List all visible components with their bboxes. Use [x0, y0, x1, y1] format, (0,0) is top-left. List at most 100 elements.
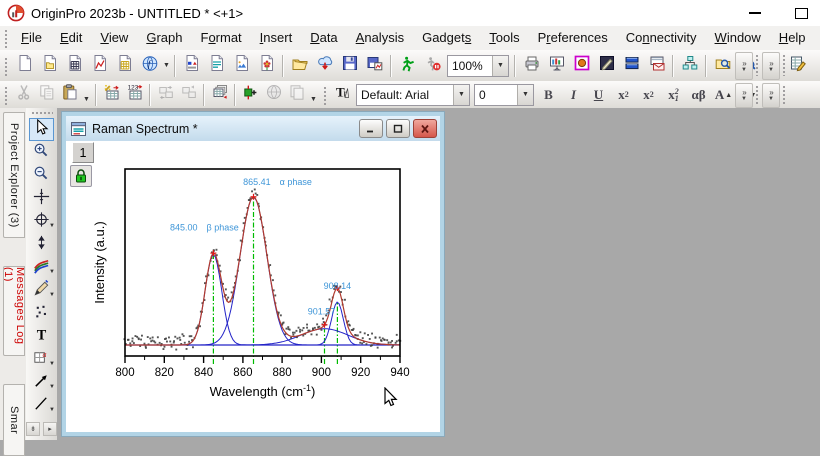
- save-window-button[interactable]: [362, 53, 387, 78]
- zoom-in-button[interactable]: [29, 141, 54, 164]
- toolbar-dropdown-arrow[interactable]: ▼: [308, 83, 319, 106]
- toolbar-overflow-button[interactable]: »▼: [735, 52, 753, 80]
- graph-restore-button[interactable]: [386, 119, 410, 138]
- stop-script-button[interactable]: [420, 53, 445, 78]
- font-name-combo[interactable]: Default: Arial▼: [356, 84, 470, 106]
- chevron-down-icon[interactable]: ▼: [453, 85, 469, 105]
- peak-annotations[interactable]: 845.00 β phase865.41 α phase901.57908.14: [170, 177, 351, 317]
- data-selector-button[interactable]: [29, 233, 54, 256]
- chevron-down-icon[interactable]: ▼: [49, 292, 55, 298]
- toolbar-overflow-button[interactable]: »▼: [762, 83, 780, 108]
- slide-show-button[interactable]: [544, 53, 569, 78]
- data-reader-button[interactable]: ▼: [29, 210, 54, 233]
- menu-format[interactable]: Format: [191, 26, 250, 50]
- tile-windows-button[interactable]: [619, 53, 644, 78]
- annotation-button[interactable]: a▼: [29, 348, 54, 371]
- tools-expand-button[interactable]: ▸: [43, 422, 57, 436]
- menu-help[interactable]: Help: [770, 26, 815, 50]
- supersubscript-button[interactable]: x21: [661, 84, 686, 106]
- data-connector-button[interactable]: [239, 83, 262, 106]
- arrow-tool-button[interactable]: ▼: [29, 371, 54, 394]
- toolbar-drag-handle[interactable]: [323, 85, 328, 105]
- menu-data[interactable]: Data: [301, 26, 346, 50]
- web-connect-button[interactable]: [262, 83, 285, 106]
- paste-button[interactable]: [58, 83, 81, 106]
- new-matrix-button[interactable]: [112, 53, 137, 78]
- style-painter-button[interactable]: [594, 53, 619, 78]
- project-explorer-button[interactable]: [677, 53, 702, 78]
- graph-window-title-bar[interactable]: Raman Spectrum *: [66, 116, 440, 142]
- new-project-button[interactable]: [12, 53, 37, 78]
- toolbar-dropdown-arrow[interactable]: ▼: [81, 83, 92, 106]
- menu-analysis[interactable]: Analysis: [347, 26, 413, 50]
- toolbar-drag-handle[interactable]: [4, 56, 9, 76]
- toolbar-drag-handle[interactable]: [782, 85, 786, 104]
- image-window-button[interactable]: [569, 53, 594, 78]
- new-image-button[interactable]: [229, 53, 254, 78]
- regional-mask-button[interactable]: ▼: [29, 256, 54, 279]
- menu-tools[interactable]: Tools: [480, 26, 528, 50]
- chevron-down-icon[interactable]: ▼: [49, 384, 55, 390]
- chevron-down-icon[interactable]: ▼: [49, 223, 55, 229]
- tools-drag-handle[interactable]: [31, 111, 53, 116]
- menu-file[interactable]: File: [12, 26, 51, 50]
- new-workbook-button[interactable]: [62, 53, 87, 78]
- toolbar-drag-handle[interactable]: [755, 54, 759, 76]
- chevron-down-icon[interactable]: ▼: [49, 269, 55, 275]
- increase-font-button[interactable]: A▲: [711, 84, 736, 106]
- graph-minimize-button[interactable]: [359, 119, 383, 138]
- font-tool-button[interactable]: Tr: [331, 83, 354, 106]
- data-highlighter-button[interactable]: [29, 302, 54, 325]
- chevron-down-icon[interactable]: ▼: [49, 361, 55, 367]
- zoom-level-combo[interactable]: 100%▼: [447, 55, 509, 77]
- chevron-down-icon[interactable]: ▼: [517, 85, 533, 105]
- copy-button[interactable]: [35, 83, 58, 106]
- chevron-down-icon[interactable]: ▼: [49, 407, 55, 413]
- find-in-project-button[interactable]: [710, 53, 735, 78]
- run-script-button[interactable]: [395, 53, 420, 78]
- new-graph-button[interactable]: [87, 53, 112, 78]
- menu-preferences[interactable]: Preferences: [529, 26, 617, 50]
- panel-tab-smar[interactable]: Smar: [3, 384, 25, 456]
- page-number-tab[interactable]: 1: [72, 142, 94, 163]
- text-tool-button[interactable]: T: [29, 325, 54, 348]
- menu-view[interactable]: View: [91, 26, 137, 50]
- new-function-button[interactable]: f: [137, 53, 162, 78]
- graph-close-button[interactable]: [413, 119, 437, 138]
- pointer-button[interactable]: [29, 118, 54, 141]
- new-folder-button[interactable]: [37, 53, 62, 78]
- open-button[interactable]: [287, 53, 312, 78]
- subscript-button[interactable]: x2: [636, 84, 661, 106]
- new-template-button[interactable]: [254, 53, 279, 78]
- tools-collapse-button[interactable]: ⇟: [26, 422, 40, 436]
- toolbar-drag-handle[interactable]: [782, 54, 786, 76]
- greek-button[interactable]: αβ: [686, 84, 711, 106]
- reimport-direct-button[interactable]: [177, 83, 200, 106]
- save-project-button[interactable]: [337, 53, 362, 78]
- chevron-down-icon[interactable]: ▼: [492, 56, 508, 76]
- import-ascii-button[interactable]: 123: [123, 83, 146, 106]
- panel-tab-project-explorer[interactable]: Project Explorer (3): [3, 112, 25, 238]
- print-button[interactable]: [519, 53, 544, 78]
- toolbar-drag-handle[interactable]: [755, 85, 759, 104]
- clone-import-button[interactable]: [285, 83, 308, 106]
- menu-gadgets[interactable]: Gadgets: [413, 26, 480, 50]
- bold-button[interactable]: B: [536, 84, 561, 106]
- open-from-cloud-button[interactable]: [312, 53, 337, 78]
- toolbar-overflow-button[interactable]: »▼: [735, 83, 753, 108]
- reimport-button[interactable]: [154, 83, 177, 106]
- menu-connectivity[interactable]: Connectivity: [617, 26, 706, 50]
- menu-edit[interactable]: Edit: [51, 26, 91, 50]
- new-layout-button[interactable]: [179, 53, 204, 78]
- toolbar-overflow-button[interactable]: »▼: [762, 52, 780, 80]
- batch-import-button[interactable]: [208, 83, 231, 106]
- toolbar-drag-handle[interactable]: [4, 85, 9, 105]
- underline-button[interactable]: U: [586, 84, 611, 106]
- minimize-button[interactable]: [742, 4, 768, 22]
- cut-button[interactable]: [12, 83, 35, 106]
- menu-insert[interactable]: Insert: [251, 26, 302, 50]
- italic-button[interactable]: I: [561, 84, 586, 106]
- edit-metadata-button[interactable]: [785, 53, 810, 78]
- chevron-down-icon[interactable]: ▼: [162, 54, 171, 77]
- font-size-combo[interactable]: 0▼: [474, 84, 534, 106]
